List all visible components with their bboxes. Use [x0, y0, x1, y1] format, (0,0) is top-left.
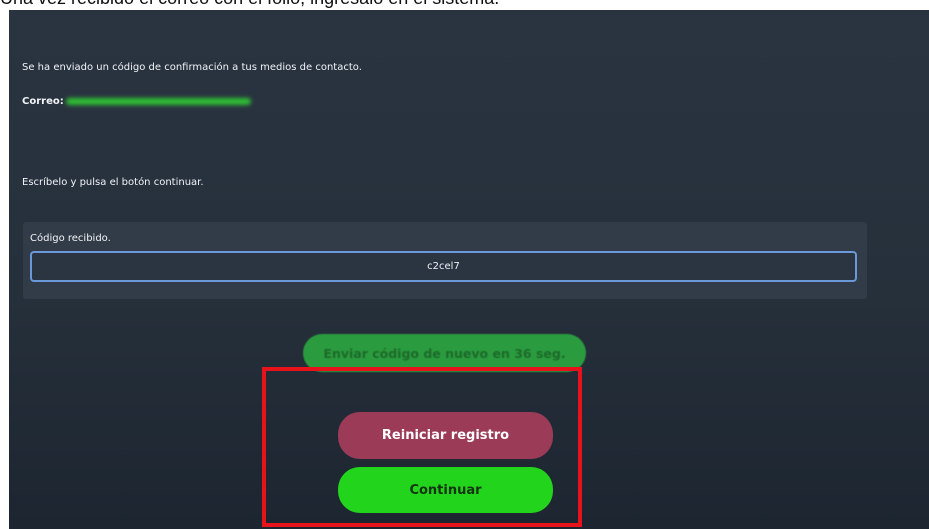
- continue-button[interactable]: Continuar: [338, 467, 553, 513]
- confirmation-message: Se ha enviado un código de confirmación …: [22, 62, 362, 73]
- instruction-text: Escríbelo y pulsa el botón continuar.: [22, 177, 204, 188]
- reset-registration-button[interactable]: Reiniciar registro: [338, 412, 553, 459]
- verification-screen: Se ha enviado un código de confirmación …: [9, 10, 929, 529]
- email-value-redacted: [66, 98, 251, 105]
- code-field-label: Código recibido.: [30, 233, 111, 244]
- code-input[interactable]: c2cel7: [30, 251, 857, 282]
- email-label: Correo:: [22, 96, 64, 107]
- document-caption: Una vez recibido el correo con el folio,…: [0, 0, 929, 8]
